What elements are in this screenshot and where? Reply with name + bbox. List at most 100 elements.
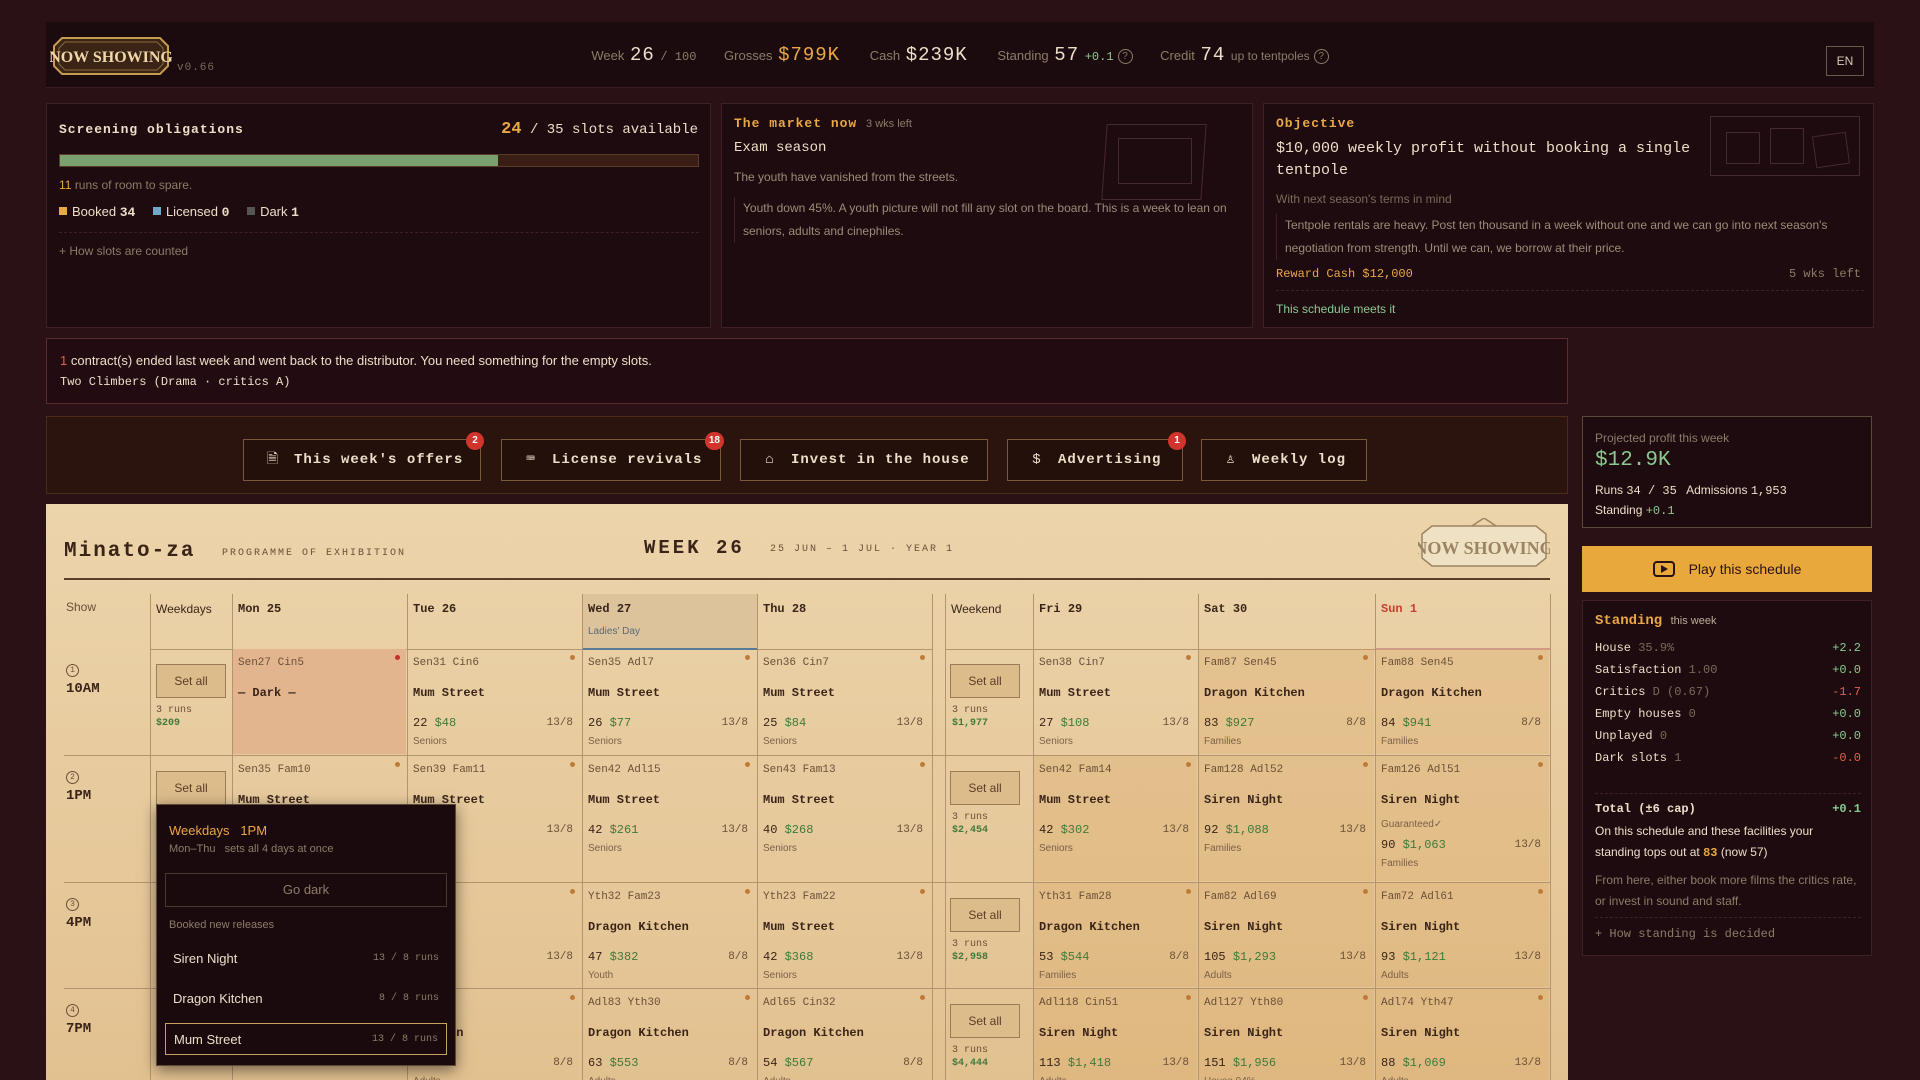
schedule-cell[interactable]: Fam126 Adl51 Siren Night Guaranteed✓ 90 $1,…: [1376, 756, 1549, 881]
audience-label: Seniors: [763, 843, 797, 854]
objective-card: Objective $10,000 weekly profit without …: [1263, 103, 1874, 328]
schedule-cell[interactable]: Adl74 Yth47 Siren Night 88 $1,069 13/8 Adult…: [1376, 989, 1549, 1080]
status-dot-icon: [570, 889, 575, 894]
film-title: Dragon Kitchen: [588, 920, 689, 934]
schedule-cell[interactable]: Fam82 Adl69 Siren Night 105 $1,293 13/8 Adul…: [1199, 883, 1374, 987]
schedule-cell[interactable]: Sen36 Cin7 Mum Street 25 $84 13/8 Seniors: [758, 649, 931, 754]
schedule-cell[interactable]: Sen38 Cin7 Mum Street 27 $108 13/8 Seniors: [1034, 649, 1197, 754]
credit-help-icon[interactable]: ?: [1313, 49, 1329, 64]
legend-booked-label: Booked: [72, 204, 117, 219]
schedule-cell[interactable]: Adl65 Cin32 Dragon Kitchen 54 $567 8/8 Adult…: [758, 989, 931, 1080]
weekend-set-all-button[interactable]: Set all: [950, 1004, 1020, 1038]
schedule-cell[interactable]: Sen35 Adl7 Mum Street 26 $77 13/8 Seniors: [583, 649, 756, 754]
schedule-cell[interactable]: Fam128 Adl52 Siren Night 92 $1,088 13/8 Fami…: [1199, 756, 1374, 881]
screening-obligations-card: Screening obligations 24 / 35 slots avai…: [46, 103, 711, 328]
weekend-set-all-button[interactable]: Set all: [950, 771, 1020, 805]
admissions: 151: [1204, 1056, 1226, 1070]
gross: $553: [609, 1056, 639, 1070]
admissions: 42: [763, 950, 778, 964]
market-card: The market now 3 wks left Exam season Th…: [721, 103, 1253, 328]
gross: $108: [1060, 716, 1090, 730]
weekday-set-all-button[interactable]: Set all: [156, 771, 226, 805]
stats-bar: Week 26 / 100 Grosses $799K Cash $239K S…: [46, 44, 1874, 66]
status-dot-icon: [570, 995, 575, 1000]
slot-number-icon: 3: [66, 898, 79, 911]
schedule-cell[interactable]: Fam87 Sen45 Dragon Kitchen 83 $927 8/8 Famil…: [1199, 649, 1374, 754]
popup-option-dragon-kitchen[interactable]: Dragon Kitchen 8 / 8 runs: [165, 983, 447, 1015]
schedule-cell[interactable]: Adl127 Yth80 Siren Night 151 $1,956 13/8 Hou…: [1199, 989, 1374, 1080]
weekly-log-button[interactable]: ♙ Weekly log: [1201, 439, 1367, 481]
how-slots-link[interactable]: + How slots are counted: [59, 244, 188, 258]
film-title: Siren Night: [1204, 1026, 1284, 1040]
run-count: 13/8: [546, 717, 573, 729]
status-dot-icon: [1538, 995, 1543, 1000]
schedule-cell[interactable]: Yth23 Fam22 Mum Street 42 $368 13/8 Seniors: [758, 883, 931, 987]
schedule-cell[interactable]: Adl118 Cin51 Siren Night 113 $1,418 13/8 Adu…: [1034, 989, 1197, 1080]
total-value: +0.1: [1832, 802, 1861, 816]
day-name: Fri: [1039, 602, 1061, 616]
cell-admissions: 83 $927: [1204, 716, 1254, 730]
film-title: Mum Street: [413, 686, 486, 700]
admissions: 83: [1204, 716, 1219, 730]
profit-value: $12.9K: [1595, 449, 1671, 472]
guaranteed-badge: Guaranteed✓: [1381, 819, 1443, 830]
schedule-cell[interactable]: Fam88 Sen45 Dragon Kitchen 84 $941 8/8 Famil…: [1376, 649, 1549, 754]
audience-label: Seniors: [413, 736, 447, 747]
option-film: Dragon Kitchen: [173, 991, 263, 1006]
admissions: 54: [763, 1056, 778, 1070]
time-label: 10AM: [66, 681, 100, 697]
popup-option-mum-street[interactable]: Mum Street 13 / 8 runs: [165, 1023, 447, 1055]
audience-label: Adults: [1381, 970, 1409, 981]
projection-peak: 83: [1703, 846, 1718, 860]
projector-icon: ⌨: [526, 452, 536, 468]
status-dot-icon: [1538, 889, 1543, 894]
schedule-cell[interactable]: Adl83 Yth30 Dragon Kitchen 63 $553 8/8 Adult…: [583, 989, 756, 1080]
language-button[interactable]: EN: [1826, 46, 1864, 76]
cell-admissions: 63 $553: [588, 1056, 638, 1070]
weekend-set-all-button[interactable]: Set all: [950, 664, 1020, 698]
chart-sketch-icon: [1118, 138, 1192, 184]
standing-row: Satisfaction 1.00 +0.0: [1595, 663, 1861, 677]
popup-sub-days: Mon–Thu: [169, 843, 216, 855]
standing-delta: +0.1: [1084, 50, 1114, 64]
schedule-cell[interactable]: Yth31 Fam28 Dragon Kitchen 53 $544 8/8 Famil…: [1034, 883, 1197, 987]
audience-tags: Sen39 Fam11: [413, 764, 486, 776]
popup-option-siren-night[interactable]: Siren Night 13 / 8 runs: [165, 943, 447, 975]
obligations-title: Screening obligations: [59, 122, 244, 137]
audience-label: Families: [1381, 736, 1419, 747]
advertising-button[interactable]: $ Advertising 1: [1007, 432, 1186, 481]
weekend-set-all-button[interactable]: Set all: [950, 898, 1020, 932]
offers-button[interactable]: 🗎 This week's offers 2: [243, 432, 484, 481]
invest-button[interactable]: ⌂ Invest in the house: [740, 439, 988, 481]
schedule-cell[interactable]: Sen42 Fam14 Mum Street 42 $302 13/8 Seniors: [1034, 756, 1197, 881]
schedule-cell[interactable]: Yth32 Fam23 Dragon Kitchen 47 $382 8/8 Youth: [583, 883, 756, 987]
grid-line: [945, 594, 946, 1080]
audience-tags: Yth32 Fam23: [588, 891, 661, 903]
stat-grosses: Grosses $799K: [724, 44, 842, 66]
standing-help-icon[interactable]: ?: [1117, 49, 1133, 64]
go-dark-button[interactable]: Go dark: [165, 873, 447, 907]
film-title: Mum Street: [763, 793, 836, 807]
grid-line: [1550, 594, 1551, 1080]
admissions: 42: [1039, 823, 1054, 837]
slots-legend: Booked 34 Licensed 0 Dark 1: [59, 204, 313, 220]
play-schedule-button[interactable]: Play this schedule: [1582, 546, 1872, 592]
audience-label: Seniors: [763, 736, 797, 747]
schedule-cell[interactable]: Sen42 Adl15 Mum Street 42 $261 13/8 Seniors: [583, 756, 756, 881]
legend-booked: Booked 34: [59, 204, 135, 220]
how-standing-link[interactable]: + How standing is decided: [1595, 927, 1775, 941]
audience-label: Adults: [413, 1076, 441, 1080]
schedule-cell[interactable]: Sen43 Fam13 Mum Street 40 $268 13/8 Seniors: [758, 756, 931, 881]
schedule-cell[interactable]: Sen27 Cin5 — Dark —: [233, 649, 406, 754]
weekday-set-all-button[interactable]: Set all: [156, 664, 226, 698]
day-header-thu: Thu 28: [757, 594, 932, 650]
film-title: Mum Street: [1039, 793, 1112, 807]
standing-row-name: House: [1595, 641, 1632, 655]
schedule-cell[interactable]: Fam72 Adl61 Siren Night 93 $1,121 13/8 Adult…: [1376, 883, 1549, 987]
schedule-cell[interactable]: Sen31 Cin6 Mum Street 22 $48 13/8 Seniors: [408, 649, 581, 754]
play-icon: [1652, 561, 1675, 577]
revivals-button[interactable]: ⌨ License revivals 18: [501, 432, 724, 481]
admissions: 27: [1039, 716, 1054, 730]
gross: $1,069: [1402, 1056, 1446, 1070]
audience-tags: Sen36 Cin7: [763, 657, 830, 669]
